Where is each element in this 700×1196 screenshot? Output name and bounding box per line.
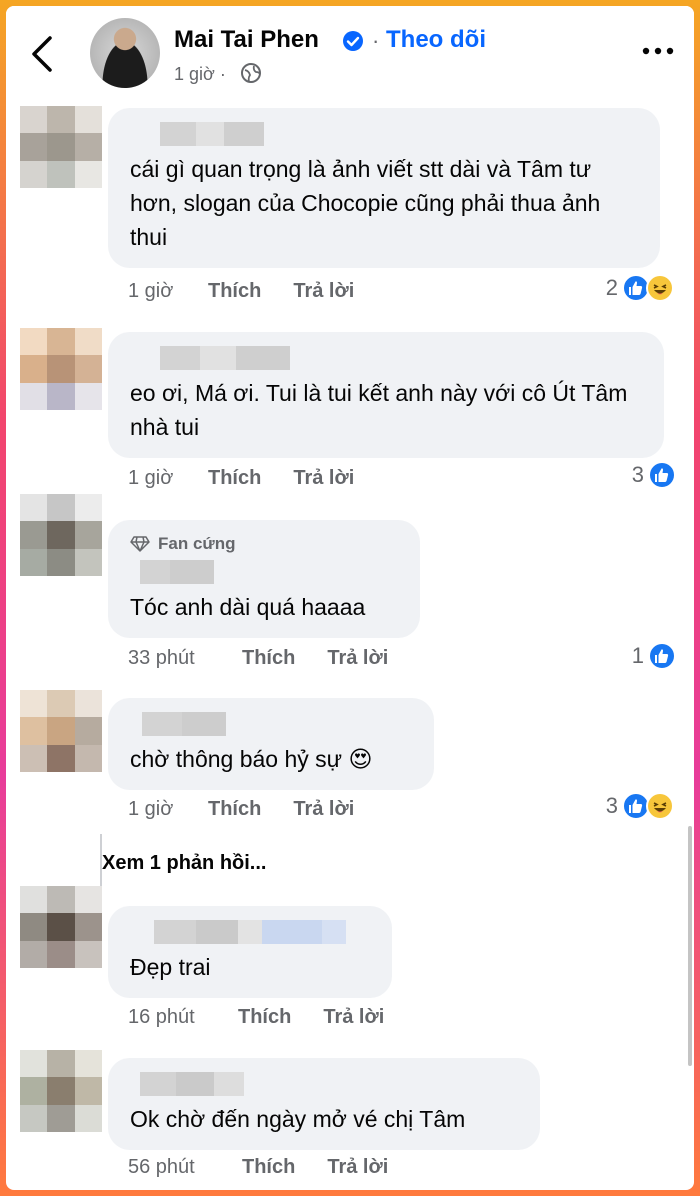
like-button[interactable]: Thích	[208, 798, 261, 821]
reaction-count: 3	[631, 462, 644, 487]
verified-badge-icon	[343, 31, 363, 51]
comment-bubble[interactable]: Ok chờ đến ngày mở vé chị Tâm	[108, 1058, 540, 1150]
reaction-count: 1	[631, 643, 644, 668]
commenter-avatar[interactable]	[20, 690, 102, 772]
like-reaction-icon	[648, 642, 676, 670]
heart-eyes-emoji: 😍	[348, 746, 373, 772]
comment-text: eo ơi, Má ơi. Tui là tui kết anh này với…	[130, 380, 628, 440]
comment-text: Tóc anh dài quá haaaa	[130, 594, 366, 620]
follow-button[interactable]: Theo dõi	[386, 26, 486, 54]
reaction-summary[interactable]: 2	[606, 274, 674, 302]
more-options-icon[interactable]	[640, 44, 676, 58]
commenter-avatar[interactable]	[20, 106, 102, 188]
author-avatar[interactable]	[90, 18, 160, 88]
blurred-commenter-name[interactable]	[130, 346, 644, 370]
back-arrow-icon[interactable]	[28, 34, 58, 74]
reply-button[interactable]: Trả lời	[293, 467, 354, 490]
comment-actions: 56 phút Thích Trả lời	[128, 1156, 388, 1179]
globe-icon	[241, 63, 261, 83]
comment-time: 33 phút	[128, 647, 195, 669]
comments-screen: Mai Tai Phen · Theo dõi 1 giờ · cái gì q…	[6, 6, 694, 1190]
like-button[interactable]: Thích	[208, 280, 261, 303]
scrollbar[interactable]	[688, 826, 692, 1066]
comment-time: 56 phút	[128, 1156, 195, 1178]
comment-actions: 1 giờ Thích Trả lời	[128, 280, 354, 303]
commenter-avatar[interactable]	[20, 1050, 102, 1132]
blurred-commenter-name[interactable]	[130, 920, 372, 944]
comment-time: 1 giờ	[128, 467, 174, 489]
commenter-avatar[interactable]	[20, 328, 102, 410]
reply-button[interactable]: Trả lời	[327, 647, 388, 670]
like-button[interactable]: Thích	[242, 1156, 295, 1179]
reply-button[interactable]: Trả lời	[293, 798, 354, 821]
fan-badge-label: Fan cứng	[158, 534, 236, 553]
blurred-commenter-name[interactable]	[130, 122, 640, 146]
fan-badge: Fan cứng	[130, 534, 400, 554]
haha-reaction-icon	[646, 274, 674, 302]
comment-time: 16 phút	[128, 1006, 195, 1028]
post-time: 1 giờ ·	[174, 64, 226, 84]
comment-text: cái gì quan trọng là ảnh viết stt dài và…	[130, 156, 601, 250]
blurred-commenter-name[interactable]	[130, 712, 414, 736]
author-name[interactable]: Mai Tai Phen	[174, 26, 319, 54]
comment-bubble[interactable]: chờ thông báo hỷ sự 😍	[108, 698, 434, 790]
like-reaction-icon	[648, 461, 676, 489]
comment-time: 1 giờ	[128, 280, 174, 302]
commenter-avatar[interactable]	[20, 886, 102, 968]
comment-text: Ok chờ đến ngày mở vé chị Tâm	[130, 1106, 466, 1132]
comment-actions: 16 phút Thích Trả lời	[128, 1006, 384, 1029]
reaction-count: 2	[605, 275, 618, 300]
view-replies-link[interactable]: Xem 1 phản hồi...	[102, 852, 266, 875]
comment-text: chờ thông báo hỷ sự 😍	[130, 746, 373, 772]
like-button[interactable]: Thích	[242, 647, 295, 670]
comment-bubble[interactable]: cái gì quan trọng là ảnh viết stt dài và…	[108, 108, 660, 268]
diamond-icon	[130, 536, 150, 552]
comment-actions: 1 giờ Thích Trả lời	[128, 798, 354, 821]
reaction-summary[interactable]: 1	[632, 642, 676, 670]
commenter-avatar[interactable]	[20, 494, 102, 576]
reaction-summary[interactable]: 3	[606, 792, 674, 820]
reply-button[interactable]: Trả lời	[293, 280, 354, 303]
comment-actions: 33 phút Thích Trả lời	[128, 647, 388, 670]
comment-bubble[interactable]: eo ơi, Má ơi. Tui là tui kết anh này với…	[108, 332, 664, 458]
post-header: Mai Tai Phen · Theo dõi 1 giờ ·	[6, 6, 694, 106]
blurred-commenter-name[interactable]	[130, 1072, 520, 1096]
like-button[interactable]: Thích	[208, 467, 261, 490]
comment-bubble[interactable]: Đẹp trai	[108, 906, 392, 998]
haha-reaction-icon	[646, 792, 674, 820]
reply-button[interactable]: Trả lời	[327, 1156, 388, 1179]
like-button[interactable]: Thích	[238, 1006, 291, 1029]
blurred-commenter-name[interactable]	[130, 560, 400, 584]
reaction-count: 3	[605, 793, 618, 818]
comment-time: 1 giờ	[128, 798, 174, 820]
separator-dot: ·	[372, 28, 380, 53]
reply-button[interactable]: Trả lời	[323, 1006, 384, 1029]
comment-actions: 1 giờ Thích Trả lời	[128, 467, 354, 490]
comment-bubble[interactable]: Fan cứng Tóc anh dài quá haaaa	[108, 520, 420, 638]
reaction-summary[interactable]: 3	[632, 461, 676, 489]
comment-text: Đẹp trai	[130, 954, 211, 980]
